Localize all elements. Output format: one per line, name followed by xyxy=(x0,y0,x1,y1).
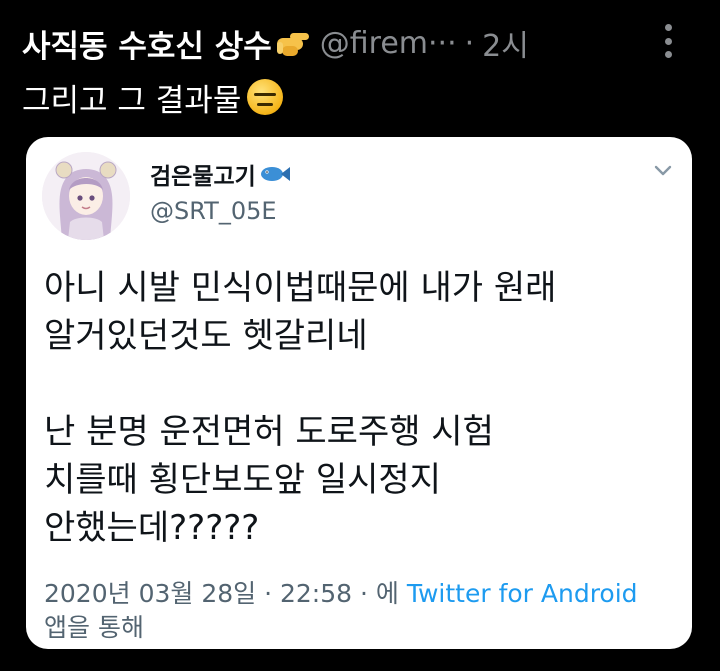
tweet-text: 그리고 그 결과물 xyxy=(22,72,284,122)
quoted-via: 앱을 통해 xyxy=(44,613,144,642)
header-separator: · xyxy=(464,25,475,61)
tweet-container: 사직동 수호신 상수 @firem··· · 2시 그리고 그 결과물 검은물고… xyxy=(0,0,720,671)
tweet-header: 사직동 수호신 상수 @firem··· · 2시 xyxy=(22,18,529,68)
quoted-author-handle[interactable]: @SRT_05E xyxy=(150,197,277,225)
quoted-tweet-body: 아니 시발 민식이법때문에 내가 원래 알거있던것도 헷갈리네 난 분명 운전면… xyxy=(44,268,557,548)
tweet-time[interactable]: 2시 xyxy=(482,21,529,65)
author-name[interactable]: 사직동 수호신 상수 xyxy=(22,21,272,66)
quoted-name-row: 검은물고기 xyxy=(150,157,291,191)
avatar-illustration xyxy=(42,152,130,240)
avatar[interactable] xyxy=(42,152,130,240)
quoted-date: 2020년 03월 28일 · 22:58 · 에 xyxy=(44,579,407,608)
expressionless-face-icon xyxy=(247,79,284,115)
author-handle[interactable]: @firem··· xyxy=(320,26,457,61)
source-link[interactable]: Twitter for Android xyxy=(407,579,638,608)
fish-icon xyxy=(260,167,290,181)
quoted-tweet-meta: 2020년 03월 28일 · 22:58 · 에 Twitter for An… xyxy=(44,577,684,645)
chevron-down-icon[interactable] xyxy=(654,165,672,177)
pointing-hand-icon xyxy=(276,33,309,56)
tweet-text-content: 그리고 그 결과물 xyxy=(22,82,242,119)
quoted-tweet-card[interactable]: 검은물고기 @SRT_05E 아니 시발 민식이법때문에 내가 원래 알거있던것… xyxy=(26,137,692,649)
quoted-author-name[interactable]: 검은물고기 xyxy=(150,157,256,191)
more-vertical-icon[interactable] xyxy=(662,24,674,58)
